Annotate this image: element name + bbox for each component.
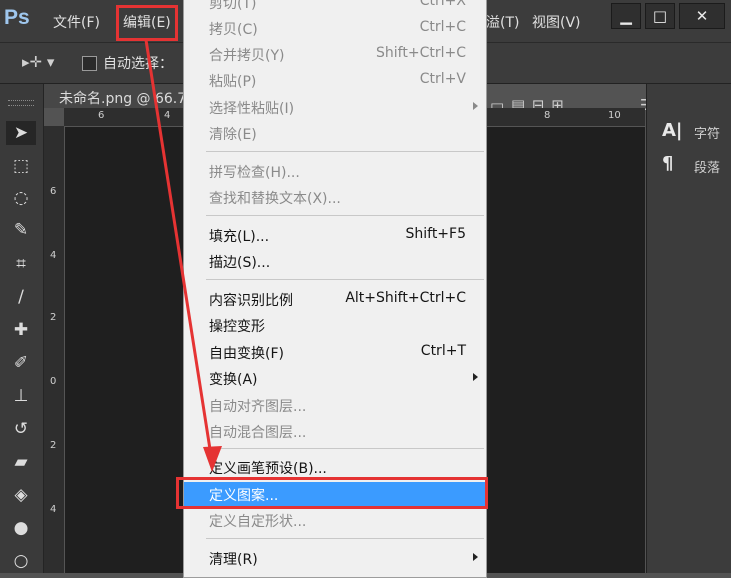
annotation-arrow-icon [144,39,222,472]
